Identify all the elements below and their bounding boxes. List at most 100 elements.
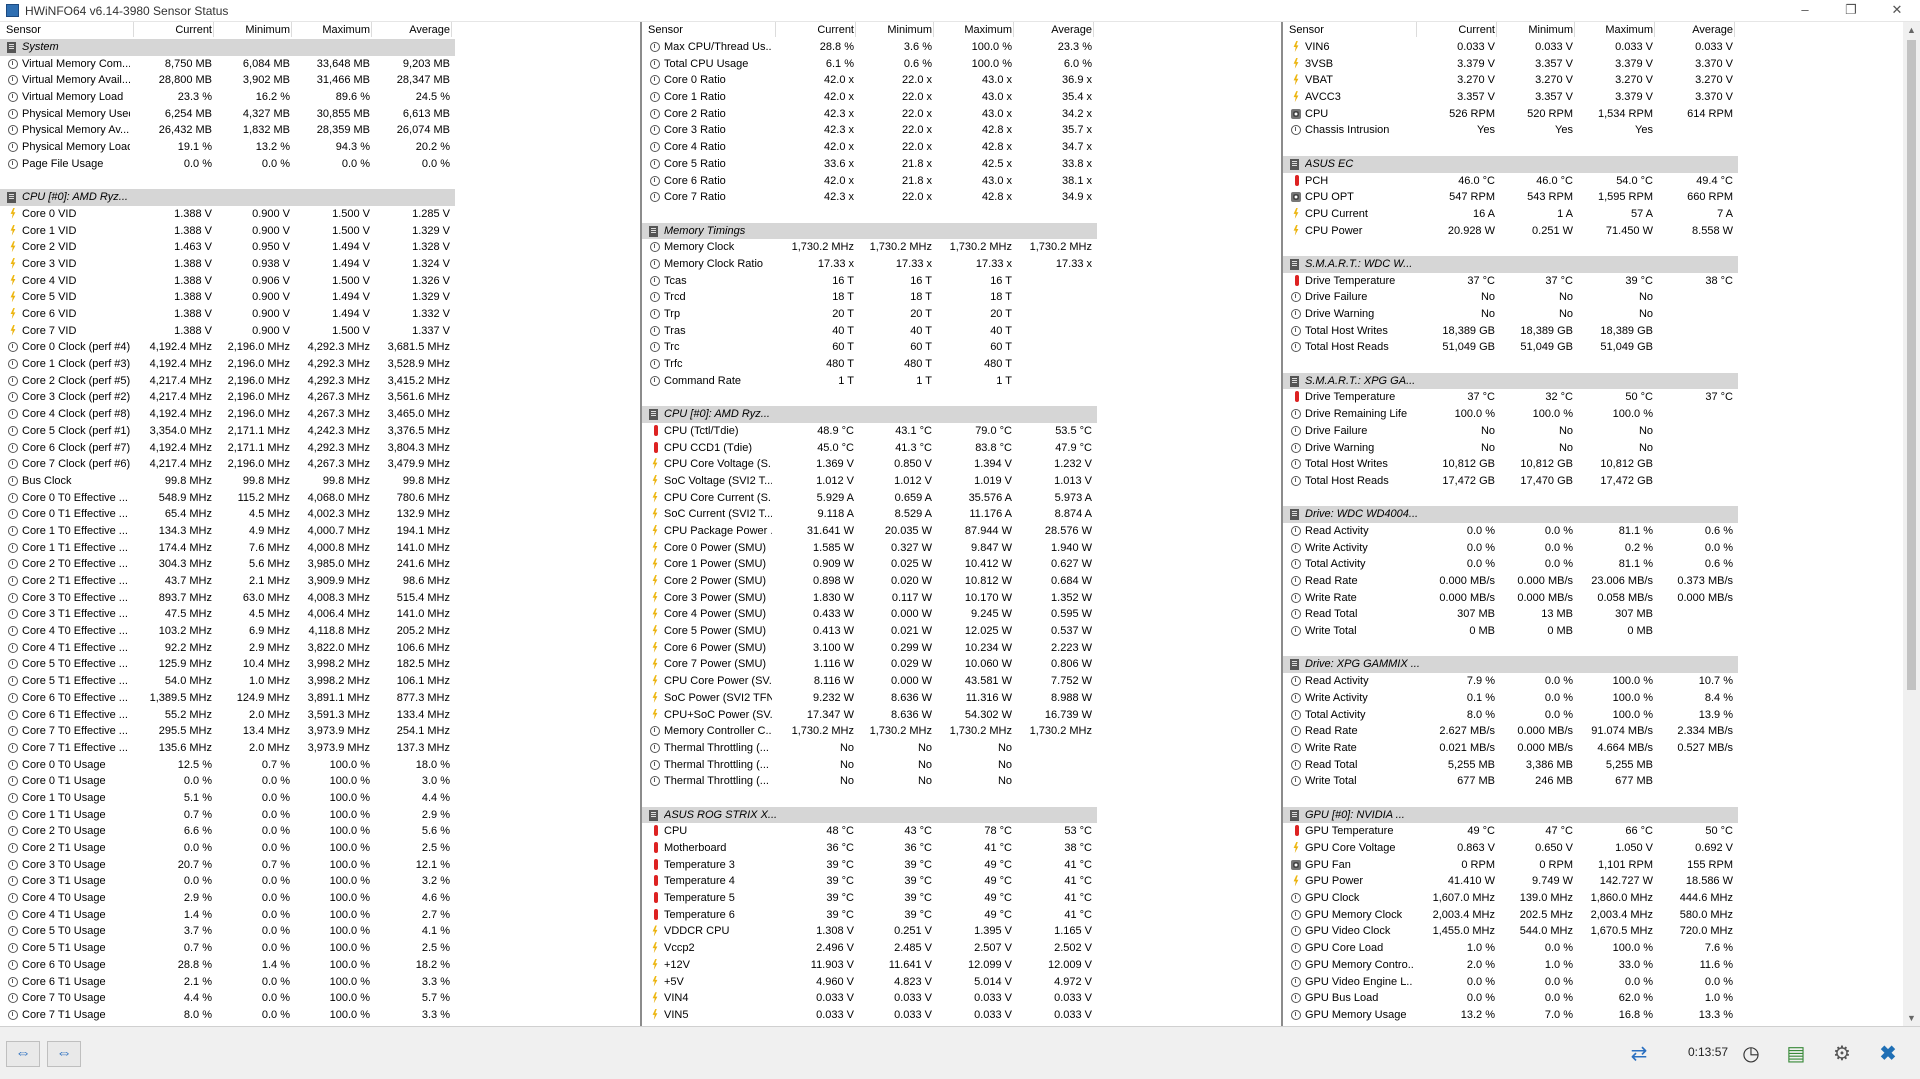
sensor-row[interactable]: GPU Fan 0 RPM 0 RPM 1,101 RPM 155 RPM	[1283, 857, 1738, 874]
close-window-button[interactable]: ✕	[1874, 0, 1920, 22]
sensor-row[interactable]: Core 7 T0 Usage 4.4 % 0.0 % 100.0 % 5.7 %	[0, 990, 455, 1007]
column-separator[interactable]	[1654, 22, 1655, 37]
sensor-row[interactable]: Total Host Reads 17,472 GB 17,470 GB 17,472…	[1283, 473, 1738, 490]
sensor-row[interactable]: Core 1 T1 Usage 0.7 % 0.0 % 100.0 % 2.9 %	[0, 807, 455, 824]
sensor-row[interactable]: Temperature 4 39 °C 39 °C 49 °C 41 °C	[642, 873, 1097, 890]
column-header-average[interactable]: Average	[1051, 24, 1092, 36]
sensor-row[interactable]: Write Rate 0.000 MB/s 0.000 MB/s 0.058 MB/s…	[1283, 590, 1738, 607]
column-separator[interactable]	[291, 22, 292, 37]
column-separator[interactable]	[1496, 22, 1497, 37]
column-header-current[interactable]: Current	[1458, 24, 1495, 36]
scrollbar-thumb[interactable]	[1907, 40, 1916, 690]
column-separator[interactable]	[775, 22, 776, 37]
sensor-row[interactable]: Read Total 5,255 MB 3,386 MB 5,255 MB	[1283, 757, 1738, 774]
sensor-row[interactable]: CPU Package Power ... 31.641 W 20.035 W 87.…	[642, 523, 1097, 540]
sensor-row[interactable]: Core 4 Ratio 42.0 x 22.0 x 42.8 x 34.7 x	[642, 139, 1097, 156]
sensor-row[interactable]: Core 1 Ratio 42.0 x 22.0 x 43.0 x 35.4 x	[642, 89, 1097, 106]
sensor-row[interactable]: CPU Current 16 A 1 A 57 A 7 A	[1283, 206, 1738, 223]
sensor-row[interactable]: Core 6 Clock (perf #7) 4,192.4 MHz 2,171.1…	[0, 440, 455, 457]
sensor-row[interactable]: Trcd 18 T 18 T 18 T	[642, 289, 1097, 306]
scroll-down-arrow-icon[interactable]: ▼	[1903, 1010, 1920, 1026]
sensor-row[interactable]: Tcas 16 T 16 T 16 T	[642, 273, 1097, 290]
sensor-row[interactable]: Trc 60 T 60 T 60 T	[642, 339, 1097, 356]
sensor-row[interactable]: CPU OPT 547 RPM 543 RPM 1,595 RPM 660 RPM	[1283, 189, 1738, 206]
sensor-row[interactable]: Physical Memory Load 19.1 % 13.2 % 94.3 % 20…	[0, 139, 455, 156]
sensor-row[interactable]: VIN4 0.033 V 0.033 V 0.033 V 0.033 V	[642, 990, 1097, 1007]
sensor-row[interactable]: Total CPU Usage 6.1 % 0.6 % 100.0 % 6.0 %	[642, 56, 1097, 73]
group-header-row[interactable]: Memory Timings	[642, 222, 1097, 240]
sensor-row[interactable]: Thermal Throttling (... No No No	[642, 757, 1097, 774]
sensor-row[interactable]: Core 5 VID 1.388 V 0.900 V 1.494 V 1.329 V	[0, 289, 455, 306]
column-separator[interactable]	[1093, 22, 1094, 37]
sensor-row[interactable]: Core 3 VID 1.388 V 0.938 V 1.494 V 1.324 V	[0, 256, 455, 273]
sensor-row[interactable]: Core 0 VID 1.388 V 0.900 V 1.500 V 1.285 V	[0, 206, 455, 223]
report-icon[interactable]: ▤	[1778, 1037, 1814, 1071]
sensor-row[interactable]: Core 5 T1 Usage 0.7 % 0.0 % 100.0 % 2.5 %	[0, 940, 455, 957]
sensor-row[interactable]: Read Activity 0.0 % 0.0 % 81.1 % 0.6 %	[1283, 523, 1738, 540]
sensor-row[interactable]: CPU Core Current (S... 5.929 A 0.659 A 35.5…	[642, 490, 1097, 507]
sensor-row[interactable]: Temperature 3 39 °C 39 °C 49 °C 41 °C	[642, 857, 1097, 874]
sensor-row[interactable]: Core 3 T0 Usage 20.7 % 0.7 % 100.0 % 12.1 %	[0, 857, 455, 874]
sensor-row[interactable]: Core 0 Power (SMU) 1.585 W 0.327 W 9.847 W 1…	[642, 540, 1097, 557]
sensor-row[interactable]: GPU Clock 1,607.0 MHz 139.0 MHz 1,860.0 MHz…	[1283, 890, 1738, 907]
sensor-row[interactable]: +5V 4.960 V 4.823 V 5.014 V 4.972 V	[642, 974, 1097, 991]
sensor-row[interactable]: Total Activity 0.0 % 0.0 % 81.1 % 0.6 %	[1283, 556, 1738, 573]
sensor-row[interactable]: Core 5 Ratio 33.6 x 21.8 x 42.5 x 33.8 x	[642, 156, 1097, 173]
column-header-minimum[interactable]: Minimum	[1528, 24, 1573, 36]
sensor-row[interactable]: Drive Failure No No No	[1283, 289, 1738, 306]
sensor-row[interactable]: Core 5 Clock (perf #1) 3,354.0 MHz 2,171.1…	[0, 423, 455, 440]
sensor-pane-2[interactable]: Sensor Current Minimum Maximum Average Max CP…	[642, 22, 1282, 1026]
sensor-row[interactable]: Core 7 T1 Usage 8.0 % 0.0 % 100.0 % 3.3 %	[0, 1007, 455, 1024]
sensor-row[interactable]: Core 3 Power (SMU) 1.830 W 0.117 W 10.170 W…	[642, 590, 1097, 607]
sensor-row[interactable]: Core 5 T0 Effective ... 125.9 MHz 10.4 MHz…	[0, 656, 455, 673]
sensor-row[interactable]: CPU Core Voltage (S... 1.369 V 0.850 V 1.39…	[642, 456, 1097, 473]
sensor-row[interactable]: SoC Current (SVI2 T... 9.118 A 8.529 A 11.1…	[642, 506, 1097, 523]
sensor-row[interactable]: CPU (Tctl/Tdie) 48.9 °C 43.1 °C 79.0 °C 53.5…	[642, 423, 1097, 440]
sensor-row[interactable]: Core 2 T0 Effective ... 304.3 MHz 5.6 MHz 3…	[0, 556, 455, 573]
sensor-row[interactable]: Core 0 Clock (perf #4) 4,192.4 MHz 2,196.0…	[0, 339, 455, 356]
sensor-row[interactable]: Write Total 0 MB 0 MB 0 MB	[1283, 623, 1738, 640]
sensor-row[interactable]: Read Rate 2.627 MB/s 0.000 MB/s 91.074 MB/s…	[1283, 723, 1738, 740]
column-separator[interactable]	[1416, 22, 1417, 37]
sensor-row[interactable]: CPU Core Power (SV... 8.116 W 0.000 W 43.58…	[642, 673, 1097, 690]
column-separator[interactable]	[1574, 22, 1575, 37]
sensor-row[interactable]: 3VSB 3.379 V 3.357 V 3.379 V 3.370 V	[1283, 56, 1738, 73]
sensor-row[interactable]: Drive Failure No No No	[1283, 423, 1738, 440]
sensor-row[interactable]: Virtual Memory Com... 8,750 MB 6,084 MB 33,…	[0, 56, 455, 73]
column-header-minimum[interactable]: Minimum	[245, 24, 290, 36]
restore-button[interactable]: ❐	[1828, 0, 1874, 22]
group-header-row[interactable]: Drive: XPG GAMMIX ...	[1283, 656, 1738, 674]
sensor-row[interactable]: Physical Memory Used 6,254 MB 4,327 MB 30,8…	[0, 106, 455, 123]
group-header-row[interactable]: S.M.A.R.T.: XPG GA...	[1283, 372, 1738, 390]
sensor-row[interactable]: Core 3 Clock (perf #2) 4,217.4 MHz 2,196.0…	[0, 389, 455, 406]
sensor-row[interactable]: Core 7 Ratio 42.3 x 22.0 x 42.8 x 34.9 x	[642, 189, 1097, 206]
sensor-row[interactable]: GPU Power 41.410 W 9.749 W 142.727 W 18.586 …	[1283, 873, 1738, 890]
sensor-row[interactable]: Write Activity 0.0 % 0.0 % 0.2 % 0.0 %	[1283, 540, 1738, 557]
sensor-row[interactable]: Memory Controller C... 1,730.2 MHz 1,730.2…	[642, 723, 1097, 740]
sensor-row[interactable]: Core 5 T0 Usage 3.7 % 0.0 % 100.0 % 4.1 %	[0, 923, 455, 940]
sensor-row[interactable]: Drive Warning No No No	[1283, 306, 1738, 323]
column-separator[interactable]	[1013, 22, 1014, 37]
sensor-row[interactable]: SoC Voltage (SVI2 T... 1.012 V 1.012 V 1.01…	[642, 473, 1097, 490]
sensor-row[interactable]: Core 2 Power (SMU) 0.898 W 0.020 W 10.812 W…	[642, 573, 1097, 590]
sensor-row[interactable]: CPU Power 20.928 W 0.251 W 71.450 W 8.558 W	[1283, 223, 1738, 240]
sensor-row[interactable]: GPU Core Load 1.0 % 0.0 % 100.0 % 7.6 %	[1283, 940, 1738, 957]
sensor-row[interactable]: Core 7 VID 1.388 V 0.900 V 1.500 V 1.337 V	[0, 323, 455, 340]
sensor-row[interactable]: Core 3 Ratio 42.3 x 22.0 x 42.8 x 35.7 x	[642, 122, 1097, 139]
sensor-row[interactable]: Core 6 T1 Usage 2.1 % 0.0 % 100.0 % 3.3 %	[0, 974, 455, 991]
sensor-row[interactable]: Core 6 T1 Effective ... 55.2 MHz 2.0 MHz 3,…	[0, 707, 455, 724]
sensor-row[interactable]: Total Host Reads 51,049 GB 51,049 GB 51,049…	[1283, 339, 1738, 356]
sensor-row[interactable]: Trfc 480 T 480 T 480 T	[642, 356, 1097, 373]
sensor-row[interactable]: PCH 46.0 °C 46.0 °C 54.0 °C 49.4 °C	[1283, 173, 1738, 190]
sensor-row[interactable]: Drive Warning No No No	[1283, 440, 1738, 457]
column-header-maximum[interactable]: Maximum	[964, 24, 1012, 36]
column-header-average[interactable]: Average	[409, 24, 450, 36]
sensor-pane-1[interactable]: Sensor Current Minimum Maximum Average System…	[0, 22, 640, 1026]
sensor-row[interactable]: Core 3 T1 Usage 0.0 % 0.0 % 100.0 % 3.2 %	[0, 873, 455, 890]
sensor-row[interactable]: Core 2 VID 1.463 V 0.950 V 1.494 V 1.328 V	[0, 239, 455, 256]
sensor-row[interactable]: Page File Usage 0.0 % 0.0 % 0.0 % 0.0 %	[0, 156, 455, 173]
sensor-row[interactable]: Max CPU/Thread Us... 28.8 % 3.6 % 100.0 % 23…	[642, 39, 1097, 56]
column-header-average[interactable]: Average	[1692, 24, 1733, 36]
sensor-row[interactable]: Trp 20 T 20 T 20 T	[642, 306, 1097, 323]
sensor-row[interactable]: VIN6 0.033 V 0.033 V 0.033 V 0.033 V	[1283, 39, 1738, 56]
